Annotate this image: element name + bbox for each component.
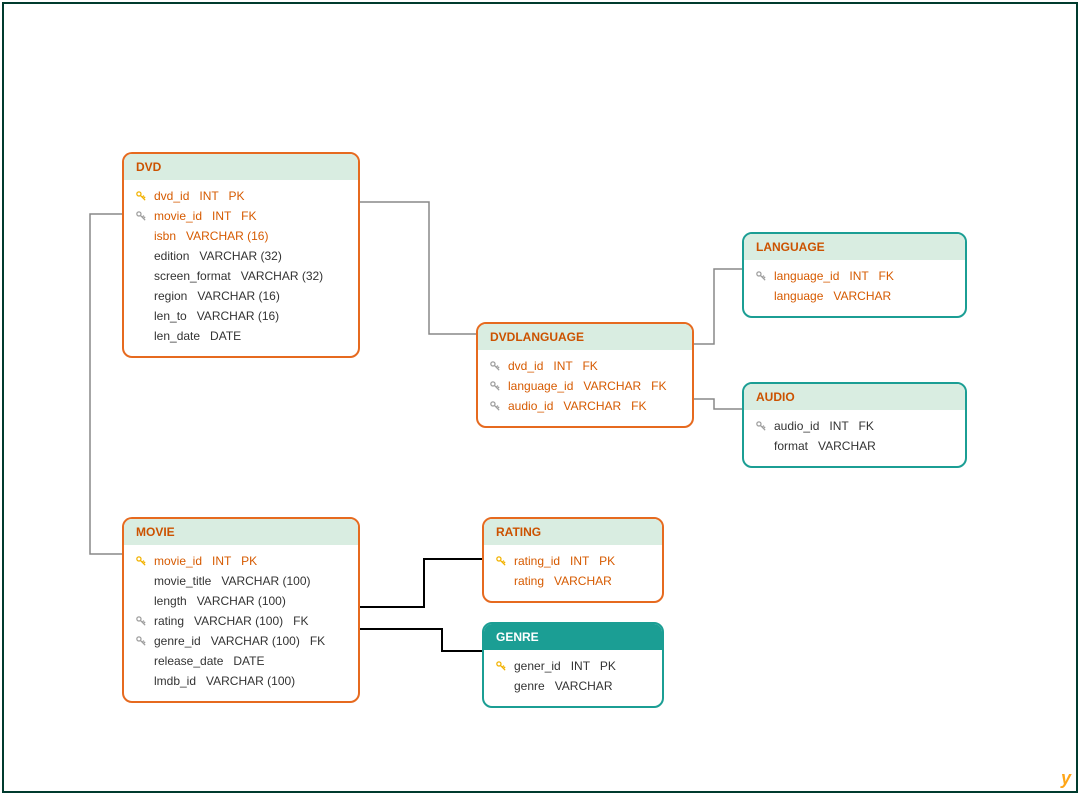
- column-row: format VARCHAR: [754, 436, 955, 456]
- column-text: lmdb_id VARCHAR (100): [154, 673, 295, 689]
- column-row: genre VARCHAR: [494, 676, 652, 696]
- column-text: dvd_id INT FK: [508, 358, 598, 374]
- entity-audio[interactable]: AUDIO audio_id INT FK format VARCHAR: [742, 382, 967, 468]
- foreign-key-icon: [134, 616, 148, 626]
- column-text: region VARCHAR (16): [154, 288, 280, 304]
- column-row: rating VARCHAR: [494, 571, 652, 591]
- column-text: format VARCHAR: [774, 438, 876, 454]
- column-text: edition VARCHAR (32): [154, 248, 282, 264]
- column-text: movie_id INT PK: [154, 553, 257, 569]
- column-text: language VARCHAR: [774, 288, 891, 304]
- column-row: rating VARCHAR (100) FK: [134, 611, 348, 631]
- column-text: movie_title VARCHAR (100): [154, 573, 311, 589]
- entity-movie[interactable]: MOVIE movie_id INT PK movie_title VARCHAR…: [122, 517, 360, 703]
- column-text: language_id INT FK: [774, 268, 894, 284]
- column-row: movie_id INT FK: [134, 206, 348, 226]
- column-row: language_id INT FK: [754, 266, 955, 286]
- primary-key-icon: [134, 191, 148, 201]
- entity-dvdlanguage-title: DVDLANGUAGE: [478, 324, 692, 350]
- column-text: screen_format VARCHAR (32): [154, 268, 323, 284]
- column-row: dvd_id INT PK: [134, 186, 348, 206]
- foreign-key-icon: [488, 381, 502, 391]
- entity-language-body: language_id INT FK language VARCHAR: [744, 260, 965, 316]
- entity-genre-body: gener_id INT PK genre VARCHAR: [484, 650, 662, 706]
- foreign-key-icon: [488, 401, 502, 411]
- column-text: len_date DATE: [154, 328, 241, 344]
- column-row: dvd_id INT FK: [488, 356, 682, 376]
- entity-dvdlanguage-body: dvd_id INT FK language_id VARCHAR FK aud…: [478, 350, 692, 426]
- column-row: edition VARCHAR (32): [134, 246, 348, 266]
- column-row: movie_title VARCHAR (100): [134, 571, 348, 591]
- column-text: release_date DATE: [154, 653, 265, 669]
- column-text: rating VARCHAR (100) FK: [154, 613, 309, 629]
- column-text: genre VARCHAR: [514, 678, 612, 694]
- column-row: language VARCHAR: [754, 286, 955, 306]
- column-text: length VARCHAR (100): [154, 593, 286, 609]
- foreign-key-icon: [134, 636, 148, 646]
- column-row: len_date DATE: [134, 326, 348, 346]
- column-row: audio_id INT FK: [754, 416, 955, 436]
- column-text: gener_id INT PK: [514, 658, 616, 674]
- column-text: movie_id INT FK: [154, 208, 256, 224]
- column-text: rating_id INT PK: [514, 553, 615, 569]
- column-text: language_id VARCHAR FK: [508, 378, 667, 394]
- column-text: audio_id VARCHAR FK: [508, 398, 647, 414]
- column-text: isbn VARCHAR (16): [154, 228, 268, 244]
- column-row: lmdb_id VARCHAR (100): [134, 671, 348, 691]
- entity-genre-title: GENRE: [484, 624, 662, 650]
- entity-genre[interactable]: GENRE gener_id INT PK genre VARCHAR: [482, 622, 664, 708]
- entity-rating-title: RATING: [484, 519, 662, 545]
- entity-audio-body: audio_id INT FK format VARCHAR: [744, 410, 965, 466]
- column-row: audio_id VARCHAR FK: [488, 396, 682, 416]
- column-row: isbn VARCHAR (16): [134, 226, 348, 246]
- primary-key-icon: [494, 556, 508, 566]
- column-row: release_date DATE: [134, 651, 348, 671]
- column-row: rating_id INT PK: [494, 551, 652, 571]
- column-row: gener_id INT PK: [494, 656, 652, 676]
- column-row: region VARCHAR (16): [134, 286, 348, 306]
- column-row: length VARCHAR (100): [134, 591, 348, 611]
- entity-dvd-title: DVD: [124, 154, 358, 180]
- foreign-key-icon: [754, 271, 768, 281]
- watermark: y: [1061, 768, 1070, 789]
- primary-key-icon: [494, 661, 508, 671]
- column-text: dvd_id INT PK: [154, 188, 245, 204]
- entity-language-title: LANGUAGE: [744, 234, 965, 260]
- column-text: len_to VARCHAR (16): [154, 308, 279, 324]
- entity-audio-title: AUDIO: [744, 384, 965, 410]
- column-text: genre_id VARCHAR (100) FK: [154, 633, 325, 649]
- primary-key-icon: [134, 556, 148, 566]
- column-text: audio_id INT FK: [774, 418, 874, 434]
- column-row: len_to VARCHAR (16): [134, 306, 348, 326]
- entity-dvd-body: dvd_id INT PK movie_id INT FK isbn VARCHA…: [124, 180, 358, 356]
- entity-movie-title: MOVIE: [124, 519, 358, 545]
- entity-language[interactable]: LANGUAGE language_id INT FK language VARC…: [742, 232, 967, 318]
- foreign-key-icon: [488, 361, 502, 371]
- entity-rating[interactable]: RATING rating_id INT PK rating VARCHAR: [482, 517, 664, 603]
- column-row: language_id VARCHAR FK: [488, 376, 682, 396]
- column-text: rating VARCHAR: [514, 573, 612, 589]
- column-row: genre_id VARCHAR (100) FK: [134, 631, 348, 651]
- foreign-key-icon: [134, 211, 148, 221]
- entity-movie-body: movie_id INT PK movie_title VARCHAR (100)…: [124, 545, 358, 701]
- entity-dvdlanguage[interactable]: DVDLANGUAGE dvd_id INT FK language_id VA…: [476, 322, 694, 428]
- entity-rating-body: rating_id INT PK rating VARCHAR: [484, 545, 662, 601]
- entity-dvd[interactable]: DVD dvd_id INT PK movie_id INT FK isbn VA…: [122, 152, 360, 358]
- diagram-frame: DVD dvd_id INT PK movie_id INT FK isbn VA…: [2, 2, 1078, 793]
- foreign-key-icon: [754, 421, 768, 431]
- column-row: movie_id INT PK: [134, 551, 348, 571]
- column-row: screen_format VARCHAR (32): [134, 266, 348, 286]
